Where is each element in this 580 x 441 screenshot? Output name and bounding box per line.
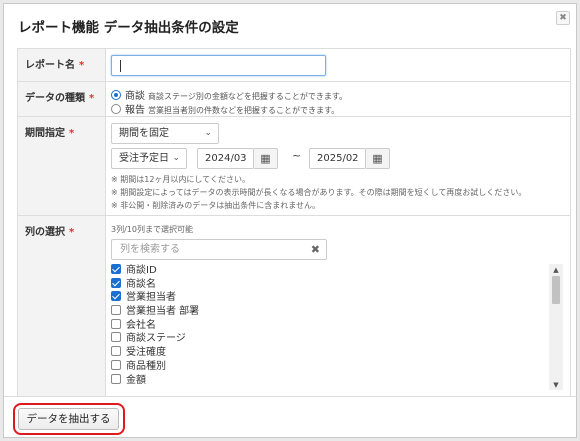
dialog-title: レポート機能 データ抽出条件の設定 <box>18 20 239 36</box>
close-icon[interactable]: ✖ <box>556 11 570 25</box>
checkbox[interactable] <box>111 291 121 302</box>
data-type-option-report[interactable]: 報告 営業担当者別の件数などを把握することができます。 <box>111 101 339 116</box>
columns-row: 列の選択 * 3列/10列まで選択可能 列を検索する ✖ 商談ID 商談名 営業担… <box>18 216 570 397</box>
list-item[interactable]: 会社名 <box>111 318 565 333</box>
list-item[interactable]: 金額 <box>111 373 565 388</box>
period-label: 期間指定 * <box>18 117 106 215</box>
required-mark: * <box>69 128 75 139</box>
extract-data-button[interactable]: データを抽出する <box>18 408 119 430</box>
required-mark: * <box>79 60 85 71</box>
period-row: 期間指定 * 期間を固定 ⌄ 受注予定日 ⌄ 2024/03 ▦ ~ 2025/02 … <box>18 117 570 216</box>
columns-hint: 3列/10列まで選択可能 <box>111 225 193 234</box>
radio-deal[interactable] <box>111 90 121 100</box>
radio-report[interactable] <box>111 104 121 114</box>
calendar-icon[interactable]: ▦ <box>366 148 390 169</box>
report-name-row: レポート名 * <box>18 49 570 82</box>
list-item[interactable]: 受注確度 <box>111 346 565 360</box>
columns-label: 列の選択 * <box>18 216 106 397</box>
checkbox[interactable] <box>111 305 121 316</box>
period-note: ※ 期間設定によってはデータの表示時間が長くなる場合があります。その際は期間を短… <box>111 188 527 197</box>
data-type-row: データの種類 * 商談 商談ステージ別の金額などを把握することができます。 報告 営業… <box>18 82 570 117</box>
dialog-footer: データを抽出する <box>4 396 578 438</box>
checkbox[interactable] <box>111 332 121 343</box>
checkbox[interactable] <box>111 277 121 288</box>
column-search-input[interactable]: 列を検索する ✖ <box>111 239 327 260</box>
chevron-down-icon: ⌄ <box>204 128 212 138</box>
report-name-label: レポート名 * <box>18 49 106 81</box>
data-type-label: データの種類 * <box>18 82 106 116</box>
required-mark: * <box>69 227 75 238</box>
checkbox[interactable] <box>111 318 121 329</box>
column-list-scrollbar[interactable]: ▲ ▼ <box>549 264 563 390</box>
column-list: 商談ID 商談名 営業担当者 営業担当者 部署 会社名 商談ステージ 受注確度 … <box>111 264 565 390</box>
scroll-down-icon[interactable]: ▼ <box>549 381 563 389</box>
checkbox[interactable] <box>111 346 121 357</box>
list-item[interactable]: 商談ステージ <box>111 332 565 346</box>
checkbox[interactable] <box>111 264 121 274</box>
option-deal-description: 商談ステージ別の金額などを把握することができます。 <box>148 92 348 101</box>
scroll-up-icon[interactable]: ▲ <box>549 266 563 274</box>
data-type-option-deal[interactable]: 商談 商談ステージ別の金額などを把握することができます。 <box>111 87 347 102</box>
list-item[interactable]: 商談ID <box>111 264 565 278</box>
checkbox[interactable] <box>111 373 121 384</box>
chevron-down-icon: ⌄ <box>172 153 180 163</box>
list-item[interactable]: 商品種別 <box>111 359 565 374</box>
required-mark: * <box>89 93 95 104</box>
period-to-input[interactable]: 2025/02 <box>309 148 366 169</box>
list-item[interactable]: 営業担当者 部署 <box>111 305 565 319</box>
option-report-name: 報告 <box>125 105 145 116</box>
text-caret <box>120 60 121 72</box>
highlight-frame: データを抽出する <box>13 403 125 435</box>
period-from-input[interactable]: 2024/03 <box>197 148 254 169</box>
extract-settings-dialog: レポート機能 データ抽出条件の設定 ✖ レポート名 * データの種類 * 商談 商談ス… <box>3 3 578 438</box>
calendar-icon[interactable]: ▦ <box>254 148 278 169</box>
report-name-input[interactable] <box>111 55 326 76</box>
date-field-select[interactable]: 受注予定日 ⌄ <box>111 148 187 169</box>
list-item[interactable]: 商談名 <box>111 277 565 292</box>
period-mode-select[interactable]: 期間を固定 ⌄ <box>111 123 219 144</box>
clear-search-icon[interactable]: ✖ <box>311 240 320 259</box>
scroll-thumb[interactable] <box>552 276 560 304</box>
period-note: ※ 期間は12ヶ月以内にしてください。 <box>111 175 250 184</box>
period-separator: ~ <box>292 149 302 162</box>
checkbox[interactable] <box>111 359 121 370</box>
option-report-description: 営業担当者別の件数などを把握することができます。 <box>148 106 340 115</box>
list-item[interactable]: 営業担当者 <box>111 291 565 305</box>
settings-form: レポート名 * データの種類 * 商談 商談ステージ別の金額などを把握することができま… <box>17 48 571 397</box>
period-note: ※ 非公開・削除済みのデータは抽出条件に含まれません。 <box>111 201 321 210</box>
